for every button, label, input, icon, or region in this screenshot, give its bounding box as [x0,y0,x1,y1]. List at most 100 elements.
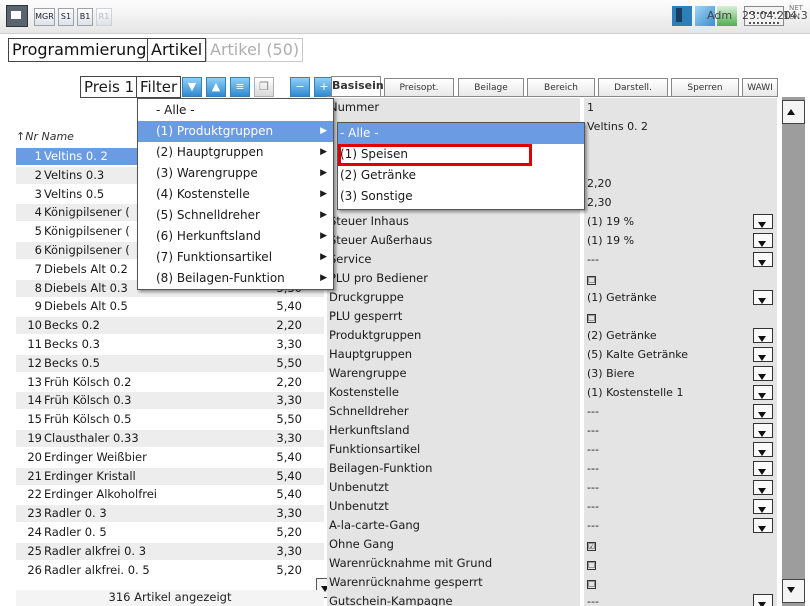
mode-mgr-button[interactable]: MGR [34,8,55,26]
breadcrumb-programmierung[interactable]: Programmierung [8,38,151,62]
property-value[interactable]: (1) Kostenstelle 1 [584,383,777,402]
property-value-text: (1) 19 % [587,215,635,228]
property-row: Ohne Gang ☑ [327,535,777,554]
filter-menu-item[interactable]: (2) Hauptgruppen ▶ [138,142,333,163]
property-value[interactable]: (5) Kalte Getränke [584,345,777,364]
list-item[interactable]: 9 Diebels Alt 0.5 5,40 [16,298,324,316]
filter-menu-item[interactable]: - Alle - [138,100,333,121]
move-down-icon[interactable]: ▼ [182,77,202,97]
app-logo-icon[interactable] [6,5,28,27]
mode-r1-button[interactable]: R1 [96,8,112,26]
list-item[interactable]: 24 Radler 0. 5 5,20 [16,524,324,541]
dropdown-arrow-icon[interactable] [753,366,773,381]
property-value[interactable]: --- [584,421,777,440]
remove-icon[interactable]: − [290,77,310,97]
list-item[interactable]: 19 Clausthaler 0.33 3,30 [16,430,324,447]
dropdown-arrow-icon[interactable] [753,594,773,606]
property-value[interactable]: (1) 19 % [584,231,777,250]
list-item[interactable]: 23 Radler 0. 3 3,30 [16,505,324,523]
properties-scrollbar[interactable] [782,97,805,606]
property-checkbox[interactable]: ☐ [584,554,777,573]
filter-menu-item[interactable]: (5) Schnelldreher ▶ [138,205,333,226]
dropdown-arrow-icon[interactable] [753,328,773,343]
property-value[interactable]: --- [584,459,777,478]
property-value-text: --- [587,519,599,532]
submenu-item[interactable]: (2) Getränke [338,165,584,186]
scroll-up-button[interactable] [782,100,805,124]
property-checkbox[interactable]: ☐ [584,269,777,288]
list-view-icon[interactable]: ≡ [230,77,250,97]
property-value[interactable]: (3) Biere [584,364,777,383]
tab-beilage[interactable]: Beilage [458,78,524,97]
tab-wawi[interactable]: WAWI [742,78,778,97]
mode-s1-button[interactable]: S1 [58,8,74,26]
submenu-item[interactable]: (3) Sonstige [338,186,584,207]
list-item[interactable]: 11 Becks 0.3 3,30 [16,336,324,353]
filter-button[interactable]: Filter [136,76,182,98]
dropdown-arrow-icon[interactable] [753,518,773,533]
filter-menu-item[interactable]: (8) Beilagen-Funktion ▶ [138,268,333,289]
dropdown-arrow-icon[interactable] [753,233,773,248]
property-value-text: --- [587,405,599,418]
filter-menu-item[interactable]: (1) Produktgruppen ▶ [138,121,333,142]
list-item[interactable]: 21 Erdinger Kristall 5,40 [16,467,324,485]
list-item[interactable]: 14 Früh Kölsch 0.3 3,30 [16,392,324,410]
dropdown-arrow-icon[interactable] [753,442,773,457]
filter-menu-item[interactable]: (4) Kostenstelle ▶ [138,184,333,205]
dropdown-arrow-icon[interactable] [753,499,773,514]
dropdown-arrow-icon[interactable] [753,404,773,419]
item-name: Diebels Alt 0.5 [44,299,128,314]
property-checkbox[interactable]: ☑ [584,535,777,554]
property-value[interactable]: --- [584,592,777,606]
dropdown-arrow-icon[interactable] [753,423,773,438]
tab-basiseinst[interactable]: Basiseinst. [331,76,400,97]
property-value[interactable]: --- [584,250,777,269]
property-value[interactable]: (1) Getränke [584,288,777,307]
property-value[interactable]: --- [584,478,777,497]
property-value[interactable]: (1) 19 % [584,212,777,231]
property-value[interactable]: --- [584,516,777,535]
list-item[interactable]: 25 Radler alkfrei 0. 3 3,30 [16,542,324,560]
user-name: Adm [707,9,733,22]
tab-darstell[interactable]: Darstell. [598,78,668,97]
name-header[interactable]: Name [41,130,73,143]
list-item[interactable]: 20 Erdinger Weißbier 5,40 [16,448,324,466]
property-value[interactable]: --- [584,440,777,459]
dropdown-arrow-icon[interactable] [753,480,773,495]
dropdown-arrow-icon[interactable] [753,347,773,362]
tab-sperren[interactable]: Sperren [671,78,739,97]
shop-status-icon[interactable] [672,6,692,26]
list-item[interactable]: 12 Becks 0.5 5,50 [16,354,324,372]
tab-preisopt[interactable]: Preisopt. [384,78,454,97]
dropdown-arrow-icon[interactable] [753,461,773,476]
tab-bereich[interactable]: Bereich [527,78,595,97]
filter-menu-item[interactable]: (6) Herkunftsland ▶ [138,226,333,247]
property-value-text: --- [587,595,599,606]
breadcrumb-artikel[interactable]: Artikel [147,38,207,62]
submenu-item[interactable]: - Alle - [338,123,584,144]
property-value[interactable]: (2) Getränke [584,326,777,345]
dropdown-arrow-icon[interactable] [753,385,773,400]
list-item[interactable]: 10 Becks 0.2 2,20 [16,317,324,335]
filter-menu-item[interactable]: (3) Warengruppe ▶ [138,163,333,184]
scroll-down-button[interactable] [782,579,805,603]
move-up-icon[interactable]: ▲ [206,77,226,97]
item-number: 1 [34,149,42,163]
list-item[interactable]: 13 Früh Kölsch 0.2 2,20 [16,373,324,391]
dropdown-arrow-icon[interactable] [753,290,773,305]
filter-menu-item[interactable]: (7) Funktionsartikel ▶ [138,247,333,268]
property-checkbox[interactable]: ☐ [584,307,777,326]
copy-icon[interactable]: ❐ [254,77,274,97]
list-item[interactable]: 26 Radler alkfrei. 0. 5 5,20 [16,561,324,579]
property-checkbox[interactable]: ☐ [584,573,777,592]
property-value[interactable]: --- [584,497,777,516]
dropdown-arrow-icon[interactable] [753,214,773,229]
dropdown-arrow-icon[interactable] [753,252,773,267]
item-name: Früh Kölsch 0.2 [44,374,132,389]
mode-b1-button[interactable]: B1 [77,8,93,26]
list-item[interactable]: 22 Erdinger Alkoholfrei 5,40 [16,486,324,504]
list-item[interactable]: 15 Früh Kölsch 0.5 5,50 [16,411,324,429]
price-level-button[interactable]: Preis 1 [80,76,139,98]
sort-nr-header[interactable]: ↑Nr [16,130,38,143]
property-value[interactable]: --- [584,402,777,421]
